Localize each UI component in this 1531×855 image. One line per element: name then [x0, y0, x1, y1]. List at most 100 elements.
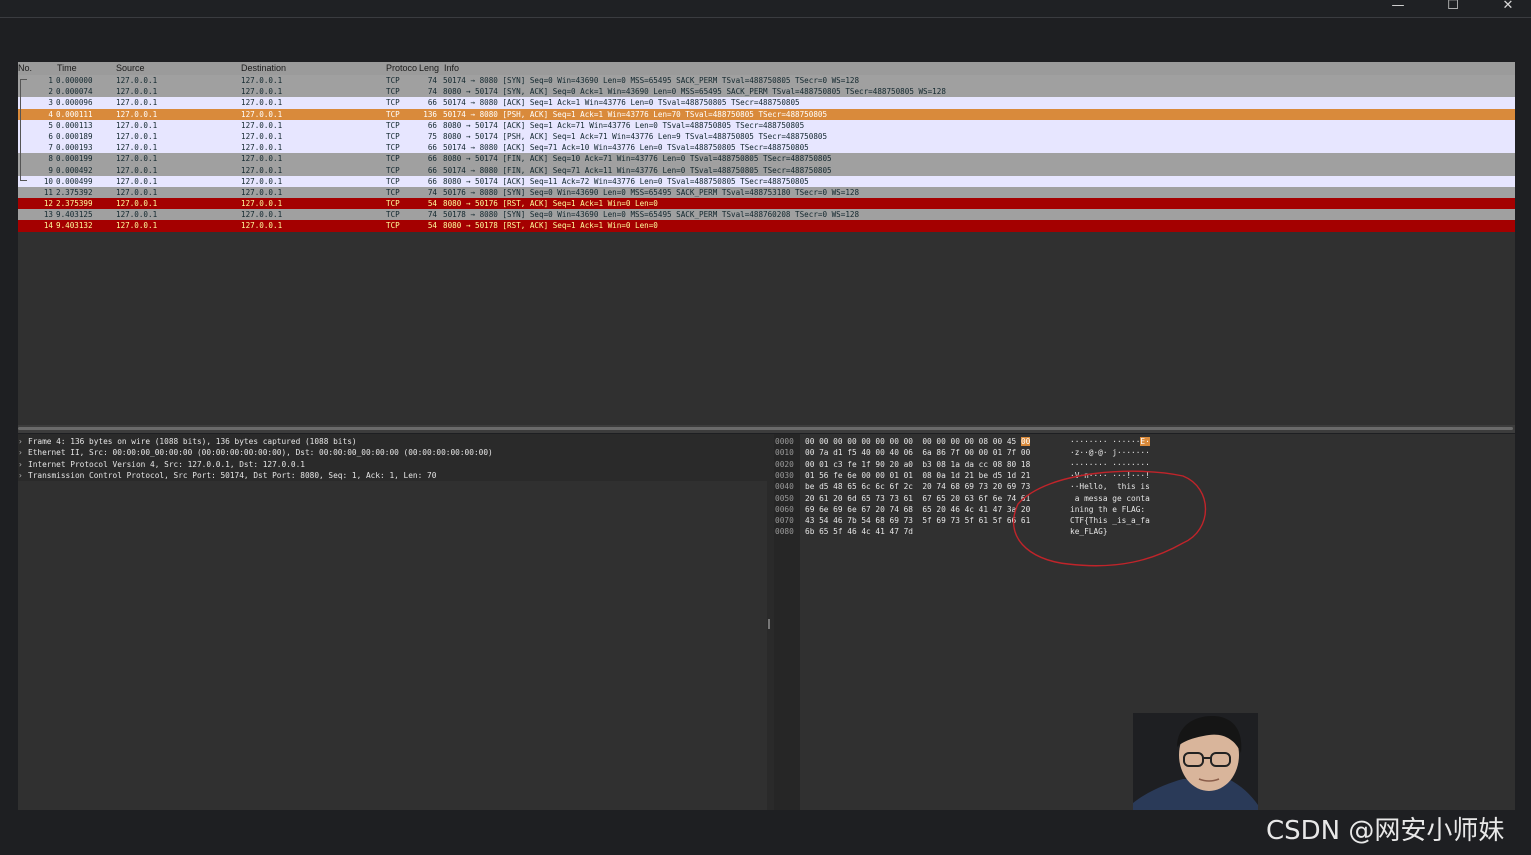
packet-destination: 127.0.0.1: [241, 165, 283, 175]
details-tree: › Frame 4: 136 bytes on wire (1088 bits),…: [18, 434, 767, 481]
vertical-splitter[interactable]: [767, 434, 774, 810]
detail-tree-item[interactable]: › Transmission Control Protocol, Src Port…: [18, 470, 493, 481]
packet-row[interactable]: 14 9.403132 127.0.0.1 127.0.0.1 TCP 54 8080 → …: [18, 220, 1515, 232]
packet-no: 14: [43, 221, 53, 231]
hex-highlight: 00: [1020, 437, 1031, 446]
packet-info: 50176 → 8080 [SYN] Seq=0 Win=43690 Len=0…: [443, 187, 860, 197]
packet-info: 50174 → 8080 [SYN] Seq=0 Win=43690 Len=0…: [443, 76, 860, 85]
horizontal-splitter[interactable]: [18, 425, 1515, 433]
expand-arrow-icon[interactable]: ›: [18, 436, 28, 447]
packet-length: 74: [427, 76, 437, 85]
detail-tree-label: Frame 4: 136 bytes on wire (1088 bits), …: [28, 437, 357, 446]
packet-protocol: TCP: [386, 154, 400, 164]
expand-arrow-icon[interactable]: ›: [18, 459, 28, 470]
annotation-circle: [1012, 470, 1207, 567]
maximize-button[interactable]: ☐: [1438, 0, 1468, 14]
packet-info: 8080 → 50174 [ACK] Seq=11 Ack=72 Win=437…: [443, 176, 809, 186]
byte-offset: 0010: [775, 448, 794, 458]
packet-info: 50174 → 8080 [ACK] Seq=71 Ack=10 Win=437…: [443, 143, 809, 153]
packet-protocol: TCP: [386, 120, 400, 130]
packet-row[interactable]: 7 0.000193 127.0.0.1 127.0.0.1 TCP 66 50174 → …: [18, 142, 1515, 154]
packet-row[interactable]: 5 0.000113 127.0.0.1 127.0.0.1 TCP 66 8080 → 5…: [18, 119, 1515, 131]
packet-protocol: TCP: [386, 199, 400, 209]
packet-row[interactable]: 12 2.375399 127.0.0.1 127.0.0.1 TCP 54 8080 → …: [18, 198, 1515, 210]
detail-tree-item[interactable]: › Frame 4: 136 bytes on wire (1088 bits),…: [18, 436, 493, 447]
packet-row[interactable]: 4 0.000111 127.0.0.1 127.0.0.1 TCP 136 50174 →…: [18, 108, 1515, 120]
col-source[interactable]: Source: [116, 62, 145, 75]
col-destination[interactable]: Destination: [241, 62, 286, 75]
detail-tree-item[interactable]: › Internet Protocol Version 4, Src: 127.0…: [18, 459, 493, 470]
scrollbar-thumb[interactable]: [18, 427, 1513, 430]
packet-source: 127.0.0.1: [116, 154, 158, 164]
expand-arrow-icon[interactable]: ›: [18, 470, 28, 481]
ascii-bytes[interactable]: ········ ······E·: [1070, 436, 1150, 447]
packet-destination: 127.0.0.1: [241, 210, 283, 220]
hex-bytes[interactable]: 43 54 46 7b 54 68 69 73 5f 69 73 5f 61 5…: [805, 515, 1030, 526]
packet-time: 0.000193: [56, 143, 93, 153]
packet-source: 127.0.0.1: [116, 131, 158, 141]
hex-text: 69 6e 69 6e 67 20 74 68 65 20 46 4c 41 4…: [805, 504, 1031, 514]
packet-protocol: TCP: [386, 109, 400, 119]
packet-protocol: TCP: [386, 87, 400, 97]
packet-row[interactable]: 10 0.000499 127.0.0.1 127.0.0.1 TCP 66 8080 → …: [18, 175, 1515, 187]
packet-row[interactable]: 1 0.000000 127.0.0.1 127.0.0.1 TCP 74 50174 → …: [18, 75, 1515, 87]
hex-bytes[interactable]: 00 00 00 00 00 00 00 00 00 00 00 00 08 0…: [805, 436, 1031, 447]
col-no[interactable]: No.: [18, 62, 32, 75]
expand-arrow-icon[interactable]: ›: [18, 447, 28, 458]
window-titlebar: — ☐ ✕: [0, 0, 1531, 18]
hex-bytes[interactable]: 01 56 fe 6e 00 00 01 01 08 0a 1d 21 be d…: [805, 470, 1030, 481]
ascii-text: ········ ······: [1070, 437, 1141, 446]
packet-destination: 127.0.0.1: [241, 221, 283, 231]
packet-destination: 127.0.0.1: [241, 131, 283, 141]
packet-row[interactable]: 9 0.000492 127.0.0.1 127.0.0.1 TCP 66 50174 → …: [18, 164, 1515, 176]
packet-length: 66: [427, 176, 437, 186]
packet-row[interactable]: 8 0.000199 127.0.0.1 127.0.0.1 TCP 66 8080 → 5…: [18, 153, 1515, 165]
hex-bytes[interactable]: 20 61 20 6d 65 73 73 61 67 65 20 63 6f 6…: [805, 493, 1030, 504]
col-time[interactable]: Time: [57, 62, 77, 75]
packet-source: 127.0.0.1: [116, 98, 158, 108]
webcam-overlay: [1133, 713, 1258, 810]
byte-offset: 0050: [775, 493, 794, 503]
packet-time: 0.000111: [56, 109, 93, 119]
packet-row[interactable]: 2 0.000074 127.0.0.1 127.0.0.1 TCP 74 8080 → 5…: [18, 86, 1515, 98]
packet-details[interactable]: › Frame 4: 136 bytes on wire (1088 bits),…: [18, 434, 767, 810]
packet-source: 127.0.0.1: [116, 187, 158, 197]
ascii-bytes[interactable]: ·z··@·@· j·······: [1070, 447, 1150, 458]
packet-destination: 127.0.0.1: [241, 98, 283, 108]
detail-tree-label: Ethernet II, Src: 00:00:00_00:00:00 (00:…: [28, 448, 493, 458]
packet-info: 50174 → 8080 [PSH, ACK] Seq=1 Ack=1 Win=…: [443, 109, 828, 119]
hex-bytes[interactable]: be d5 48 65 6c 6c 6f 2c 20 74 68 69 73 2…: [805, 481, 1030, 492]
packet-list[interactable]: No. Time Source Destination Protoco Leng…: [18, 62, 1515, 425]
hex-bytes[interactable]: 00 7a d1 f5 40 00 40 06 6a 86 7f 00 00 0…: [805, 447, 1030, 458]
hex-text: 01 56 fe 6e 00 00 01 01 08 0a 1d 21 be d…: [805, 470, 1031, 480]
packet-row[interactable]: 3 0.000096 127.0.0.1 127.0.0.1 TCP 66 50174 → …: [18, 97, 1515, 109]
packet-row[interactable]: 6 0.000189 127.0.0.1 127.0.0.1 TCP 75 8080 → 5…: [18, 130, 1515, 143]
packet-time: 2.375399: [56, 199, 93, 209]
packet-destination: 127.0.0.1: [241, 109, 283, 119]
packet-row[interactable]: 11 2.375392 127.0.0.1 127.0.0.1 TCP 74 50176 →…: [18, 186, 1515, 199]
packet-info: 8080 → 50176 [RST, ACK] Seq=1 Ack=1 Win=…: [443, 199, 658, 209]
packet-destination: 127.0.0.1: [241, 87, 283, 97]
packet-time: 0.000074: [56, 87, 93, 97]
packet-length: 136: [423, 109, 437, 119]
packet-info: 50174 → 8080 [FIN, ACK] Seq=71 Ack=11 Wi…: [443, 165, 832, 175]
col-length[interactable]: Leng: [419, 62, 439, 75]
col-protocol[interactable]: Protoco: [386, 62, 417, 75]
splitter-grip[interactable]: [768, 619, 770, 629]
hex-bytes[interactable]: 6b 65 5f 46 4c 41 47 7d: [805, 526, 913, 537]
col-info[interactable]: Info: [444, 62, 459, 75]
minimize-button[interactable]: —: [1383, 0, 1413, 14]
packet-source: 127.0.0.1: [116, 87, 158, 97]
packet-destination: 127.0.0.1: [241, 76, 283, 85]
close-button[interactable]: ✕: [1493, 0, 1523, 14]
hex-bytes[interactable]: 00 01 c3 fe 1f 90 20 a0 b3 08 1a da cc 0…: [805, 459, 1030, 470]
packet-row[interactable]: 13 9.403125 127.0.0.1 127.0.0.1 TCP 74 50178 →…: [18, 209, 1515, 221]
hex-bytes[interactable]: 69 6e 69 6e 67 20 74 68 65 20 46 4c 41 4…: [805, 504, 1030, 515]
packet-time: 0.000000: [56, 76, 93, 85]
packet-destination: 127.0.0.1: [241, 143, 283, 153]
packet-source: 127.0.0.1: [116, 221, 158, 231]
packet-time: 2.375392: [56, 187, 93, 197]
packet-destination: 127.0.0.1: [241, 199, 283, 209]
packet-time: 9.403125: [56, 210, 93, 220]
detail-tree-item[interactable]: › Ethernet II, Src: 00:00:00_00:00:00 (00…: [18, 447, 493, 458]
